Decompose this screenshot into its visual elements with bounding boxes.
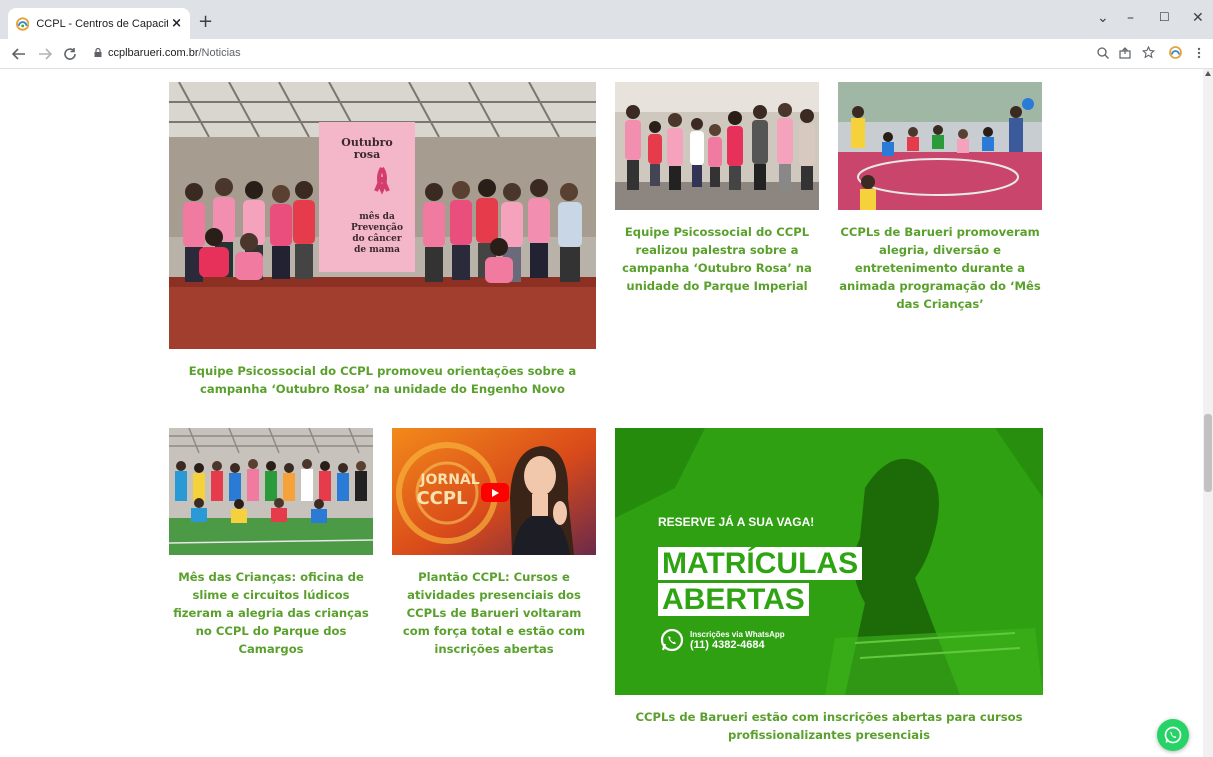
poster-sub-2: Prevenção bbox=[351, 222, 403, 233]
share-icon[interactable] bbox=[1119, 47, 1131, 59]
video-logo-jornal: JORNAL bbox=[419, 472, 479, 488]
forward-arrow-icon[interactable] bbox=[38, 47, 52, 61]
palestra-photo bbox=[615, 82, 819, 210]
news-caption-4[interactable]: Plantão CCPL: Cursos e atividades presen… bbox=[392, 568, 596, 658]
news-image-matriculas[interactable]: RESERVE JÁ A SUA VAGA! MATRÍCULAS ABERTA… bbox=[615, 428, 1043, 695]
page-scrollbar[interactable] bbox=[1203, 69, 1213, 757]
video-logo-ccpl: CCPL bbox=[416, 488, 467, 509]
news-caption-2[interactable]: CCPLs de Barueri promoveram alegria, div… bbox=[838, 223, 1042, 313]
url-domain: ccplbarueri.com.br bbox=[108, 47, 199, 59]
tab-strip: CCPL - Centros de Capacitação P × + ⌄ – … bbox=[0, 0, 1213, 39]
ccpl-favicon-icon bbox=[16, 16, 30, 31]
children-activity-photo bbox=[838, 82, 1042, 210]
whatsapp-icon bbox=[1164, 726, 1182, 744]
close-window-button[interactable]: ✕ bbox=[1192, 10, 1204, 26]
news-caption-5[interactable]: CCPLs de Barueri estão com inscrições ab… bbox=[615, 708, 1043, 744]
extension-ccpl-icon[interactable] bbox=[1169, 46, 1182, 59]
back-arrow-icon[interactable] bbox=[12, 47, 26, 61]
tab-close-icon[interactable]: × bbox=[171, 16, 182, 31]
news-caption-3[interactable]: Mês das Crianças: oficina de slime e cir… bbox=[169, 568, 373, 658]
news-image-mes-das-criancas[interactable] bbox=[838, 82, 1042, 210]
news-image-parque-camargos[interactable] bbox=[169, 428, 373, 555]
news-caption-1[interactable]: Equipe Psicossocial do CCPL realizou pal… bbox=[615, 223, 819, 295]
banner-whatsapp-icon bbox=[660, 628, 684, 652]
banner-title-2: ABERTAS bbox=[658, 583, 809, 616]
poster-sub-4: de mama bbox=[354, 245, 400, 255]
maximize-button[interactable]: ☐ bbox=[1159, 10, 1170, 24]
poster-sub-3: do câncer bbox=[352, 233, 401, 244]
new-tab-button[interactable]: + bbox=[198, 13, 213, 31]
address-bar[interactable]: ccplbarueri.com.br/Noticias bbox=[108, 47, 241, 59]
news-image-outubro-rosa-engenho[interactable]: Outubro rosa mês da Prevenção do câncer … bbox=[169, 82, 596, 349]
minimize-button[interactable]: – bbox=[1127, 10, 1134, 26]
children-group-photo bbox=[169, 428, 373, 555]
outubro-rosa-photo: Outubro rosa mês da Prevenção do câncer … bbox=[169, 82, 596, 349]
browser-toolbar: ccplbarueri.com.br/Noticias bbox=[0, 39, 1213, 69]
url-path: /Noticias bbox=[198, 47, 241, 59]
news-caption-0[interactable]: Equipe Psicossocial do CCPL promoveu ori… bbox=[169, 362, 596, 398]
bookmark-star-icon[interactable] bbox=[1142, 46, 1155, 59]
banner-wa-label: Inscrições via WhatsApp bbox=[690, 630, 785, 639]
banner-title-1: MATRÍCULAS bbox=[658, 547, 863, 580]
news-video-plantao[interactable]: JORNAL CCPL bbox=[392, 428, 596, 555]
scroll-up-arrow-icon[interactable] bbox=[1205, 71, 1211, 76]
zoom-icon[interactable] bbox=[1097, 47, 1109, 59]
news-image-outubro-rosa-imperial[interactable] bbox=[615, 82, 819, 210]
whatsapp-float-button[interactable] bbox=[1157, 719, 1189, 751]
banner-wa-phone: (11) 4382-4684 bbox=[690, 639, 765, 651]
youtube-play-icon[interactable] bbox=[481, 483, 509, 502]
scroll-thumb[interactable] bbox=[1204, 414, 1212, 492]
lock-icon[interactable] bbox=[94, 48, 102, 57]
banner-reserve-text: RESERVE JÁ A SUA VAGA! bbox=[658, 515, 815, 529]
poster-title-2: rosa bbox=[354, 148, 380, 161]
menu-dots-icon[interactable] bbox=[1197, 47, 1201, 59]
poster-sub-1: mês da bbox=[359, 211, 395, 222]
play-triangle-icon bbox=[492, 488, 499, 497]
browser-tab[interactable]: CCPL - Centros de Capacitação P × bbox=[8, 8, 190, 39]
page-content: Outubro rosa mês da Prevenção do câncer … bbox=[0, 69, 1213, 757]
tab-search-icon[interactable]: ⌄ bbox=[1097, 10, 1109, 26]
reload-icon[interactable] bbox=[63, 47, 77, 61]
tab-title: CCPL - Centros de Capacitação P bbox=[36, 17, 168, 30]
